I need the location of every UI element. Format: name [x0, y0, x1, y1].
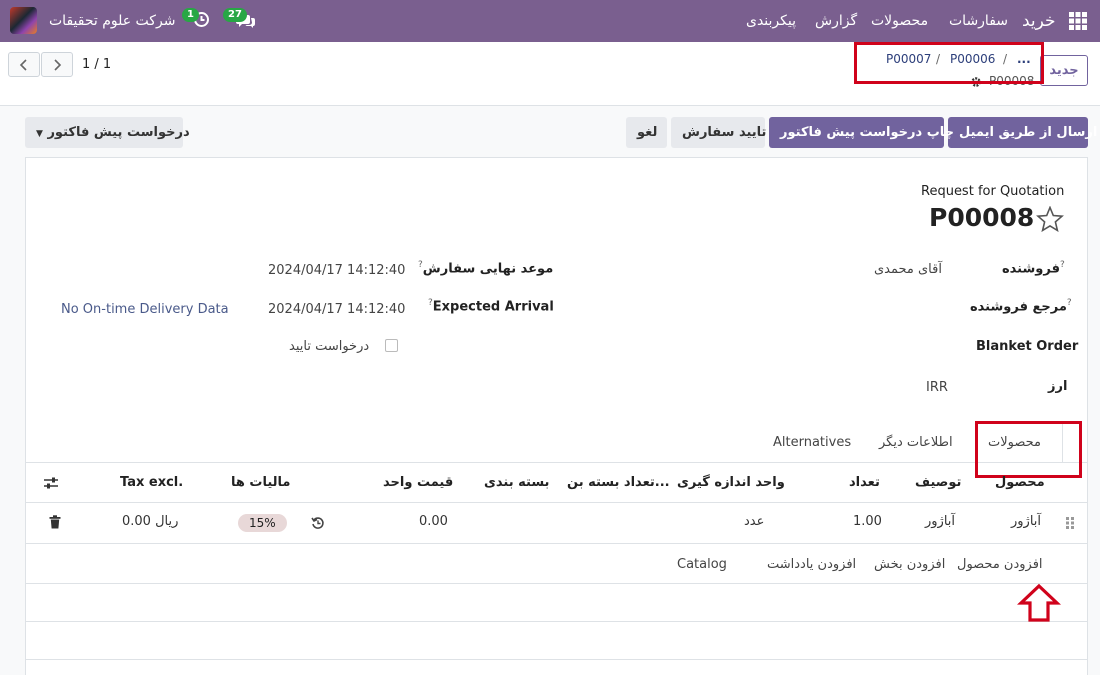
blanket-order-label: Blanket Order	[976, 339, 1079, 354]
print-rfq-button[interactable]: چاپ درخواست پیش فاکتور	[769, 117, 954, 148]
add-note-link[interactable]: افزودن یادداشت	[767, 557, 856, 572]
on-time-delivery-info: No On-time Delivery Data	[61, 302, 229, 317]
vendor-label-text: فروشنده	[1002, 261, 1060, 277]
column-description[interactable]: توصیف	[915, 475, 961, 490]
empty-row-divider	[26, 659, 1087, 660]
ask-confirmation-checkbox[interactable]	[385, 339, 398, 352]
row-product[interactable]: آباژور	[1011, 514, 1041, 529]
row-divider	[26, 543, 1087, 544]
new-button[interactable]: جدید	[1040, 55, 1088, 86]
vendor-field[interactable]: آقای محمدی	[874, 262, 942, 277]
history-icon[interactable]	[311, 516, 325, 534]
cancel-label: لغو	[637, 125, 658, 140]
menu-configuration[interactable]: پیکربندی	[746, 0, 796, 42]
empty-row-divider	[26, 583, 1087, 584]
apps-grid-icon[interactable]	[1069, 12, 1087, 30]
document-name: P00008	[929, 203, 1035, 232]
vendor-reference-label-text: مرجع فروشنده	[970, 299, 1067, 315]
activity-count-badge: 1	[182, 8, 199, 22]
pager-next-button[interactable]	[41, 52, 73, 77]
user-avatar[interactable]	[10, 7, 37, 34]
row-subtotal: 0.00 ریال	[122, 514, 179, 529]
row-uom[interactable]: عدد	[744, 514, 764, 529]
column-packaging[interactable]: بسته بندی	[484, 475, 549, 490]
order-deadline-label-text: موعد نهایی سفارش	[422, 261, 554, 277]
annotation-highlight-breadcrumb	[854, 42, 1044, 84]
empty-row-divider	[26, 621, 1087, 622]
print-rfq-label: چاپ درخواست پیش فاکتور	[780, 125, 955, 140]
new-button-label: جدید	[1049, 63, 1079, 78]
confirm-order-button[interactable]: تایید سفارش	[671, 117, 767, 148]
help-icon: ?	[1059, 260, 1065, 270]
column-taxes[interactable]: مالیات ها	[231, 475, 290, 490]
cancel-button[interactable]: لغو	[626, 117, 667, 148]
confirm-order-label: تایید سفارش	[682, 125, 767, 140]
pager-value[interactable]: 1 / 1	[82, 57, 111, 72]
order-deadline-label: ?موعد نهایی سفارش	[418, 260, 553, 276]
row-quantity[interactable]: 1.00	[853, 514, 882, 529]
menu-products[interactable]: محصولات	[871, 0, 928, 42]
tab-other-info[interactable]: اطلاعات دیگر	[879, 435, 953, 450]
red-up-arrow-annotation	[1016, 583, 1062, 627]
menu-orders[interactable]: سفارشات	[949, 0, 1008, 42]
column-packaging-qty[interactable]: تعداد بسته بن...	[567, 475, 670, 490]
tax-badge[interactable]: 15%	[238, 514, 287, 532]
column-quantity[interactable]: تعداد	[849, 475, 880, 490]
currency-field[interactable]: IRR	[926, 380, 948, 395]
status-dropdown-button[interactable]: ▼ درخواست پیش فاکتور	[25, 117, 190, 148]
expected-arrival-field[interactable]: 2024/04/17 14:12:40	[268, 302, 405, 317]
column-uom[interactable]: واحد اندازه گیری	[677, 475, 785, 490]
add-section-link[interactable]: افزودن بخش	[874, 557, 945, 572]
column-unit-price[interactable]: قیمت واحد	[383, 475, 453, 490]
chevron-down-icon: ▼	[36, 129, 43, 139]
expected-arrival-label-text: Expected Arrival	[432, 299, 554, 315]
vendor-label: فروشنده?	[1002, 260, 1065, 276]
company-name[interactable]: شرکت علوم تحقیقات	[49, 0, 175, 42]
app-name[interactable]: خرید	[1022, 0, 1056, 42]
column-subtotal[interactable]: Tax excl.	[120, 475, 183, 490]
column-product[interactable]: محصول	[995, 475, 1045, 490]
order-deadline-field[interactable]: 2024/04/17 14:12:40	[268, 263, 405, 278]
catalog-link[interactable]: Catalog	[677, 557, 727, 572]
annotation-highlight-tab	[975, 421, 1082, 478]
tabs-divider	[26, 462, 1087, 463]
currency-label: ارز	[1048, 379, 1068, 394]
expected-arrival-label: ?Expected Arrival	[428, 298, 554, 314]
control-panel: جدید P00008 ... / P00006 / P00007 1 / 1	[0, 42, 1100, 106]
row-description[interactable]: آباژور	[925, 514, 955, 529]
help-icon: ?	[1066, 298, 1072, 308]
table-header-divider	[26, 502, 1087, 503]
star-icon[interactable]	[1036, 205, 1064, 236]
pager-previous-button[interactable]	[8, 52, 40, 77]
row-unit-price[interactable]: 0.00	[419, 514, 448, 529]
send-email-button[interactable]: ارسال از طریق ایمیل	[948, 117, 1097, 148]
optional-columns-sliders-icon[interactable]	[43, 476, 59, 494]
status-label: درخواست پیش فاکتور	[47, 125, 190, 140]
trash-icon[interactable]	[49, 515, 61, 533]
document-type: Request for Quotation	[921, 184, 1065, 199]
menu-reporting[interactable]: گزارش	[815, 0, 857, 42]
drag-handle-icon[interactable]	[1065, 516, 1075, 534]
tab-alternatives[interactable]: Alternatives	[773, 435, 851, 450]
ask-confirmation-label: درخواست تایید	[289, 339, 370, 354]
vendor-reference-label: مرجع فروشنده?	[970, 298, 1072, 314]
add-product-link[interactable]: افزودن محصول	[957, 557, 1043, 572]
chat-count-badge: 27	[223, 8, 247, 22]
form-sheet	[25, 157, 1088, 675]
send-email-label: ارسال از طریق ایمیل	[959, 125, 1098, 140]
top-navbar: خرید سفارشات محصولات گزارش پیکربندی 27 1…	[0, 0, 1100, 42]
